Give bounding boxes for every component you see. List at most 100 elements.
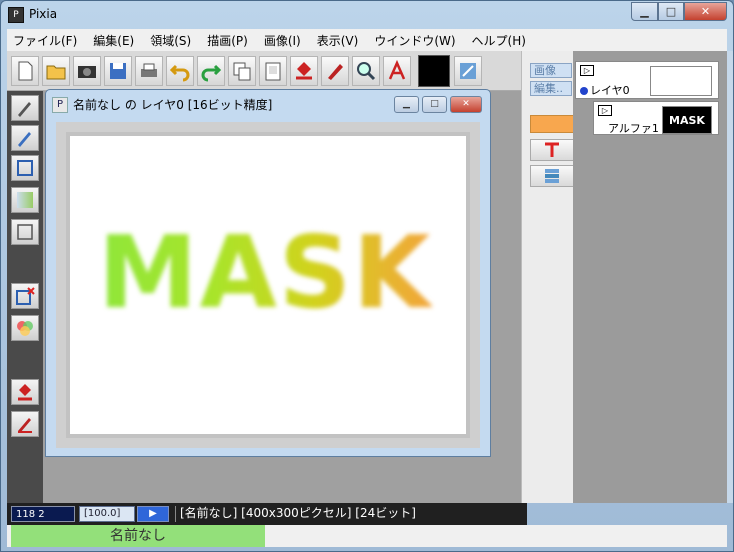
canvas-mask-text: MASK [98, 214, 433, 331]
zoom-level[interactable]: [100.0] [79, 506, 135, 522]
window-right-edge [727, 51, 733, 503]
layer-panel: ▷ レイヤ0 ▷ アルファ1 MASK [573, 51, 727, 503]
paint-bucket-icon [296, 61, 312, 79]
pen-tool[interactable] [11, 125, 39, 151]
tab-edit-label: 編集.. [534, 82, 563, 95]
bucket-fill-tool[interactable] [11, 379, 39, 405]
main-toolbar [7, 51, 521, 91]
document-tab-bar: 名前なし [7, 525, 727, 547]
color-mix-icon [17, 321, 33, 336]
current-color-swatch[interactable] [530, 115, 574, 133]
undo-button[interactable] [166, 55, 194, 86]
layer0-thumbnail [650, 66, 712, 96]
document-minimize-button[interactable]: ▁ [394, 96, 419, 113]
status-bar: 118 2 [100.0] ▶ [名前なし] [400x300ピクセル] [24… [7, 503, 527, 525]
document-title-bar: P 名前なし の レイヤ0 [16ビット精度] [52, 96, 272, 113]
tab-image[interactable]: 画像 [530, 63, 572, 78]
save-disk-icon [110, 62, 126, 79]
play-button[interactable]: ▶ [137, 506, 169, 522]
fill-button[interactable] [290, 55, 318, 86]
eraser-tool[interactable] [11, 411, 39, 437]
text-tool-icon [545, 142, 559, 157]
document-window: P 名前なし の レイヤ0 [16ビット精度] ▁ □ ✕ MASK [45, 89, 491, 457]
menu-draw[interactable]: 描画(P) [207, 32, 248, 49]
pen-tool-icon [328, 63, 343, 80]
bucket-fill-icon [18, 384, 32, 401]
redo-button[interactable] [197, 55, 225, 86]
alpha-thumbnail: MASK [662, 106, 712, 134]
zoom-button[interactable] [352, 55, 380, 86]
paste-button[interactable] [259, 55, 287, 86]
camera-button[interactable] [73, 55, 101, 86]
maximize-button[interactable]: □ [658, 2, 684, 21]
redo-icon [201, 64, 222, 81]
document-maximize-button[interactable]: □ [422, 96, 447, 113]
drawing-canvas[interactable]: MASK [70, 136, 466, 434]
transform-button[interactable] [454, 55, 482, 86]
transform-icon [460, 62, 476, 79]
minimize-button[interactable]: ▁ [631, 2, 658, 21]
canvas-frame: MASK [56, 122, 480, 448]
menu-selection[interactable]: 領域(S) [150, 32, 191, 49]
open-button[interactable] [42, 55, 70, 86]
color-swatch[interactable] [418, 54, 450, 87]
active-layer-dot-icon [580, 87, 588, 95]
color-mix-tool[interactable] [11, 315, 39, 341]
paste-icon [265, 62, 281, 80]
left-tool-palette [7, 91, 43, 503]
menu-edit[interactable]: 編集(E) [93, 32, 134, 49]
pen-icon [18, 132, 31, 147]
select-tool[interactable] [11, 219, 39, 245]
menu-image[interactable]: 画像(I) [264, 32, 301, 49]
caption-buttons: ▁ □ ✕ [631, 2, 727, 21]
print-button[interactable] [135, 55, 163, 86]
layer-visibility-icon[interactable]: ▷ [580, 65, 594, 76]
clear-selection-icon [16, 287, 35, 305]
alpha-visibility-icon[interactable]: ▷ [598, 105, 612, 116]
open-folder-icon [46, 65, 66, 79]
clear-selection-tool[interactable] [11, 283, 39, 309]
rectangle-tool[interactable] [11, 155, 39, 181]
app-title: Pixia [29, 7, 58, 21]
undo-icon [169, 64, 190, 81]
text-button[interactable] [383, 55, 411, 86]
document-tab[interactable]: 名前なし [11, 525, 265, 547]
menu-window[interactable]: ウインドウ(W) [374, 32, 455, 49]
layer-stack-icon [545, 169, 559, 183]
zoom-icon [357, 61, 376, 80]
canvas-border: MASK [66, 132, 470, 438]
app-window: P Pixia ▁ □ ✕ ファイル(F) 編集(E) 領域(S) 描画(P) … [0, 0, 734, 552]
pixia-document-icon: P [52, 96, 68, 113]
tab-image-label: 画像 [534, 64, 556, 77]
layer-list-button[interactable] [530, 165, 574, 187]
gradient-tool[interactable] [11, 187, 39, 213]
layer-row-alpha1[interactable]: ▷ アルファ1 MASK [593, 101, 719, 135]
menu-help[interactable]: ヘルプ(H) [472, 32, 526, 49]
tab-edit[interactable]: 編集.. [530, 81, 572, 96]
layer-name: レイヤ0 [580, 82, 630, 98]
copy-button[interactable] [228, 55, 256, 86]
play-icon: ▶ [149, 508, 157, 519]
alpha-name: アルファ1 [608, 122, 659, 135]
text-tool-button[interactable] [530, 139, 574, 161]
brush-tool[interactable] [11, 95, 39, 121]
camera-icon [78, 65, 96, 78]
copy-icon [233, 62, 251, 80]
menu-file[interactable]: ファイル(F) [13, 32, 77, 49]
save-button[interactable] [104, 55, 132, 86]
document-close-button[interactable]: ✕ [450, 96, 482, 113]
print-icon [141, 63, 157, 77]
menu-view[interactable]: 表示(V) [317, 32, 359, 49]
pen-button[interactable] [321, 55, 349, 86]
select-rect-icon [17, 224, 33, 240]
image-info: [名前なし] [400x300ピクセル] [24ビット] [175, 506, 515, 522]
gradient-icon [17, 192, 33, 208]
title-bar: P Pixia ▁ □ ✕ [1, 1, 733, 29]
brush-icon [18, 102, 31, 117]
rectangle-icon [17, 160, 33, 176]
new-document-button[interactable] [11, 55, 39, 86]
new-document-icon [18, 61, 33, 80]
close-button[interactable]: ✕ [684, 2, 727, 21]
text-a-icon [388, 59, 406, 80]
layer-row-layer0[interactable]: ▷ レイヤ0 [575, 61, 719, 99]
